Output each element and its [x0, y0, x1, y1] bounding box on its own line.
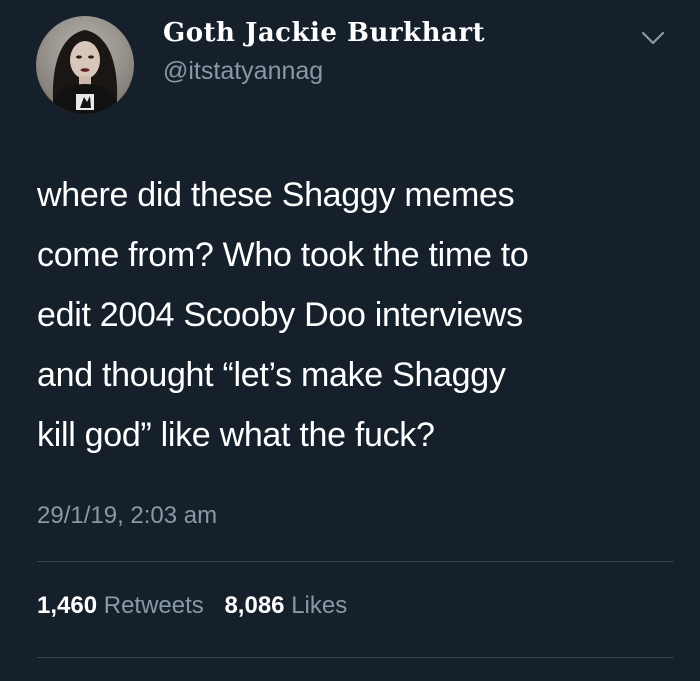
display-name[interactable]: Goth Jackie Burkhart	[163, 18, 485, 48]
avatar-image	[50, 30, 120, 114]
retweets-label: Retweets	[103, 592, 204, 619]
tweet-text: where did these Shaggy memes come from? …	[37, 176, 529, 454]
avatar[interactable]	[36, 16, 134, 114]
divider	[37, 657, 674, 658]
engagement-stats: 1,460 Retweets 8,086 Likes	[37, 592, 361, 620]
likes-stat[interactable]: 8,086 Likes	[224, 592, 347, 619]
likes-label: Likes	[291, 592, 348, 619]
retweets-stat[interactable]: 1,460 Retweets	[37, 592, 204, 619]
chevron-down-icon[interactable]	[640, 28, 666, 48]
likes-count: 8,086	[224, 592, 285, 619]
divider	[37, 561, 674, 562]
retweets-count: 1,460	[37, 592, 98, 619]
user-handle[interactable]: @itstatyannag	[163, 57, 323, 86]
tweet-card: Goth Jackie Burkhart @itstatyannag where…	[0, 0, 700, 681]
tweet-timestamp[interactable]: 29/1/19, 2:03 am	[37, 502, 217, 530]
